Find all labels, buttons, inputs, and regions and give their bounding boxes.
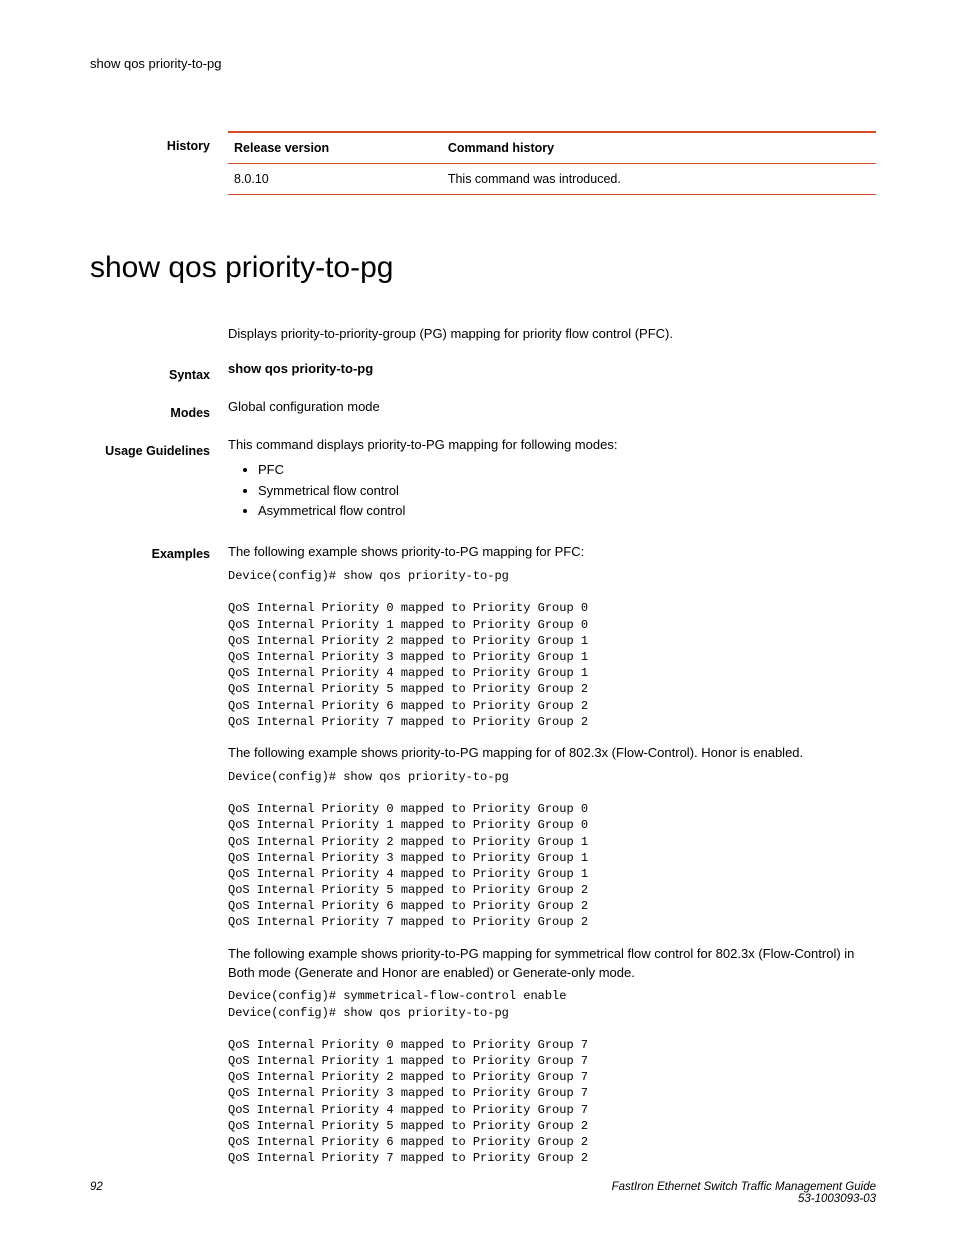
example-code-1: Device(config)# show qos priority-to-pg … [228,568,876,730]
col-release-header: Release version [228,132,442,164]
syntax-label: Syntax [90,360,210,382]
list-item: Asymmetrical flow control [258,502,876,521]
cell-release: 8.0.10 [228,164,442,195]
history-label: History [90,131,210,153]
examples-label: Examples [90,539,210,1180]
usage-guidelines-content: This command displays priority-to-PG map… [228,436,876,523]
history-section: History Release version Command history … [90,131,876,195]
table-row: 8.0.10 This command was introduced. [228,164,876,195]
list-item: Symmetrical flow control [258,482,876,501]
usage-guidelines-label: Usage Guidelines [90,436,210,523]
list-item: PFC [258,461,876,480]
summary-text: Displays priority-to-priority-group (PG)… [228,325,876,344]
example-code-2: Device(config)# show qos priority-to-pg … [228,769,876,931]
modes-label: Modes [90,398,210,420]
page-footer: 92 FastIron Ethernet Switch Traffic Mana… [90,1181,876,1205]
empty-label [90,325,210,344]
examples-content: The following example shows priority-to-… [228,539,876,1180]
example-desc-2: The following example shows priority-to-… [228,744,876,763]
modes-text: Global configuration mode [228,398,876,420]
footer-docnum: 53-1003093-03 [612,1193,876,1205]
cell-desc: This command was introduced. [442,164,876,195]
page-title: show qos priority-to-pg [90,251,876,285]
syntax-text: show qos priority-to-pg [228,360,876,382]
history-table: Release version Command history 8.0.10 T… [228,131,876,195]
table-header-row: Release version Command history [228,132,876,164]
guidelines-intro: This command displays priority-to-PG map… [228,436,876,455]
guidelines-list: PFC Symmetrical flow control Asymmetrica… [228,461,876,522]
running-header: show qos priority-to-pg [90,56,876,71]
example-code-3: Device(config)# symmetrical-flow-control… [228,988,876,1166]
col-command-header: Command history [442,132,876,164]
example-desc-3: The following example shows priority-to-… [228,945,876,983]
example-desc-1: The following example shows priority-to-… [228,543,876,562]
footer-guide: FastIron Ethernet Switch Traffic Managem… [612,1181,876,1193]
page-number: 92 [90,1181,103,1205]
